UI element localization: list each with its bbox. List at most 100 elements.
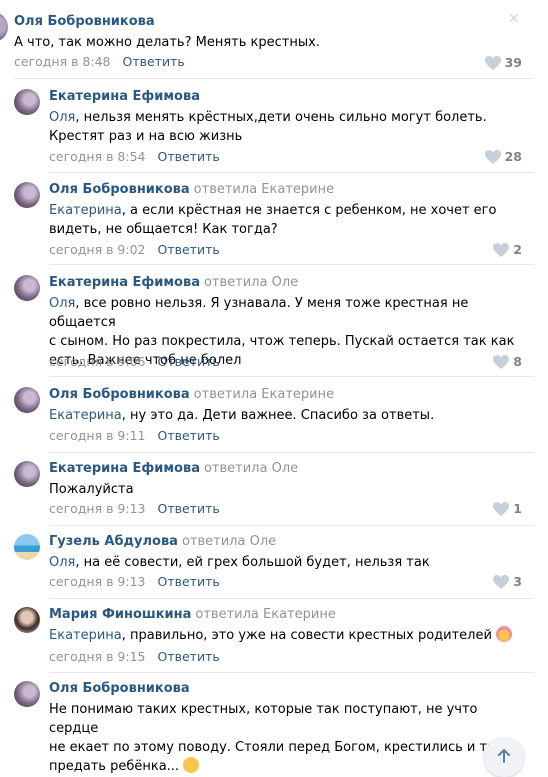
answered-to[interactable]: ответила Оле (204, 461, 298, 476)
mention-link[interactable]: Оля (49, 555, 75, 570)
divider (49, 598, 534, 599)
comment-header: Оля Бобровникова ответила Екатерине (49, 387, 334, 402)
comment-line: , нельзя менять крёстных,дети очень силь… (75, 110, 487, 125)
comment-author[interactable]: Гузель Абдулова (49, 534, 178, 549)
avatar[interactable] (14, 182, 40, 208)
comment-header: Оля Бобровникова ответила Екатерине (49, 182, 334, 197)
heart-icon (493, 242, 510, 257)
mention-link[interactable]: Екатерина (49, 203, 122, 218)
comment-author[interactable]: Екатерина Ефимова (49, 89, 200, 104)
divider (14, 78, 534, 79)
avatar[interactable] (14, 387, 40, 413)
comment-text: Оля, на её совести, ей грех большой буде… (49, 553, 519, 572)
comment-header: Гузель Абдулова ответила Оле (49, 534, 276, 549)
comment-text: Пожалуйста (49, 480, 519, 499)
reply-link[interactable]: Ответить (157, 428, 219, 443)
comment-meta: сегодня в 9:06 Ответить (49, 354, 220, 369)
root-avatar[interactable] (0, 12, 8, 42)
comment-timestamp[interactable]: сегодня в 8:54 (49, 149, 146, 164)
divider (49, 525, 534, 526)
comment-meta: сегодня в 9:13 Ответить (49, 574, 220, 589)
divider (49, 264, 534, 265)
comment-line: , все ровно нельзя. Я узнавала. У меня т… (49, 296, 469, 330)
comment-author[interactable]: Екатерина Ефимова (49, 461, 200, 476)
comment-line: , на её совести, ей грех большой будет, … (75, 555, 430, 570)
comment-header: Екатерина Ефимова (49, 89, 200, 104)
comment-timestamp[interactable]: сегодня в 9:15 (49, 649, 146, 664)
comment-timestamp[interactable]: сегодня в 9:13 (49, 574, 146, 589)
avatar[interactable] (14, 607, 40, 633)
reply-link[interactable]: Ответить (157, 354, 219, 369)
mention-link[interactable]: Оля (49, 296, 75, 311)
comment-author[interactable]: Екатерина Ефимова (49, 275, 200, 290)
root-like-button[interactable]: 39 (484, 55, 522, 70)
like-button[interactable]: 8 (493, 354, 522, 369)
comment-header: Екатерина Ефимова ответила Оле (49, 461, 298, 476)
comment-text: Екатерина, ну это да. Дети важнее. Спаси… (49, 406, 519, 425)
root-like-count: 39 (504, 55, 522, 70)
comment-timestamp[interactable]: сегодня в 9:13 (49, 501, 146, 516)
reply-link[interactable]: Ответить (157, 574, 219, 589)
comment-header: Оля Бобровникова (49, 681, 190, 696)
mention-link[interactable]: Екатерина (49, 408, 122, 423)
like-button[interactable]: 2 (493, 242, 522, 257)
avatar[interactable] (14, 275, 40, 301)
scroll-to-top-button[interactable] (484, 737, 524, 777)
comment-line: видеть, не общается! Как тогда? (49, 222, 278, 237)
like-button[interactable]: 28 (484, 149, 522, 164)
reply-link[interactable]: Ответить (157, 649, 219, 664)
comment-line: с сыном. Но раз покрестила, чтож теперь.… (49, 334, 515, 349)
mention-link[interactable]: Оля (49, 110, 75, 125)
answered-to[interactable]: ответила Екатерине (194, 182, 334, 197)
root-timestamp[interactable]: сегодня в 8:48 (14, 54, 111, 69)
comment-header: Екатерина Ефимова ответила Оле (49, 275, 298, 290)
answered-to[interactable]: ответила Оле (204, 275, 298, 290)
comment-author[interactable]: Оля Бобровникова (49, 182, 190, 197)
root-author-name[interactable]: Оля Бобровникова (14, 14, 155, 29)
root-comment-meta: сегодня в 8:48 Ответить (14, 54, 185, 69)
comment-author[interactable]: Оля Бобровникова (49, 387, 190, 402)
answered-to[interactable]: ответила Екатерине (194, 387, 334, 402)
answered-to[interactable]: ответила Оле (182, 534, 276, 549)
comment-timestamp[interactable]: сегодня в 9:06 (49, 354, 146, 369)
like-count: 3 (513, 574, 522, 589)
avatar[interactable] (14, 89, 40, 115)
comment-text: Не понимаю таких крестных, которые так п… (49, 700, 519, 776)
heart-icon (493, 501, 510, 516)
comment-author[interactable]: Оля Бобровникова (49, 681, 190, 696)
comment-author[interactable]: Мария Финошкина (49, 607, 191, 622)
root-reply-link[interactable]: Ответить (122, 54, 184, 69)
divider (49, 172, 534, 173)
comment-line: предать ребёнка... (49, 759, 180, 774)
like-button[interactable]: 3 (493, 574, 522, 589)
comment-line: , ну это да. Дети важнее. Спасибо за отв… (121, 408, 435, 423)
comment-line: , а если крёстная не знается с ребенком,… (121, 203, 497, 218)
comment-header: Мария Финошкина ответила Екатерине (49, 607, 336, 622)
avatar[interactable] (14, 461, 40, 487)
comment-meta: сегодня в 9:15 Ответить (49, 649, 220, 664)
close-icon[interactable]: ✕ (508, 12, 522, 26)
pensive-emoji-icon (183, 757, 200, 773)
divider (49, 452, 534, 453)
comment-timestamp[interactable]: сегодня в 9:11 (49, 428, 146, 443)
comment-timestamp[interactable]: сегодня в 9:02 (49, 242, 146, 257)
reply-link[interactable]: Ответить (157, 501, 219, 516)
answered-to[interactable]: ответила Екатерине (195, 607, 335, 622)
like-button[interactable]: 1 (493, 501, 522, 516)
divider (49, 376, 534, 377)
comment-line: Крестят раз и на всю жизнь (49, 129, 243, 144)
avatar[interactable] (14, 681, 40, 707)
heart-icon (493, 354, 510, 369)
avatar[interactable] (14, 534, 40, 560)
comment-line: , правильно, это уже на совести крестных… (121, 628, 492, 643)
comment-meta: сегодня в 9:13 Ответить (49, 501, 220, 516)
like-count: 28 (504, 149, 522, 164)
mention-link[interactable]: Екатерина (49, 628, 122, 643)
reply-link[interactable]: Ответить (157, 242, 219, 257)
comment-text: Екатерина, а если крёстная не знается с … (49, 201, 519, 239)
reply-link[interactable]: Ответить (157, 149, 219, 164)
person-emoji-icon (496, 626, 513, 642)
comment-line: Не понимаю таких крестных, которые так п… (49, 702, 478, 736)
comment-meta: сегодня в 9:02 Ответить (49, 242, 220, 257)
like-count: 2 (513, 242, 522, 257)
